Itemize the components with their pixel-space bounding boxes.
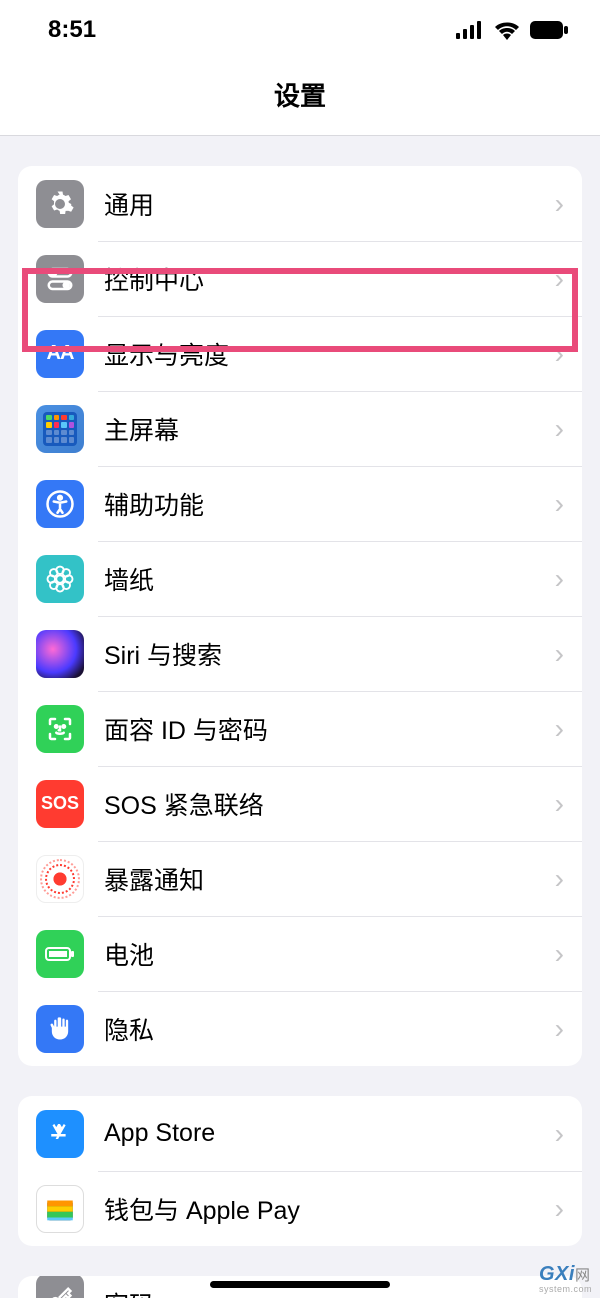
row-label: 电池 (104, 936, 555, 972)
page-header: 设置 (0, 60, 600, 136)
chevron-right-icon: › (555, 338, 564, 370)
settings-row-wallpaper[interactable]: 墙纸 › (18, 541, 582, 616)
home-indicator (210, 1281, 390, 1288)
chevron-right-icon: › (555, 938, 564, 970)
row-label: 辅助功能 (104, 486, 555, 522)
row-label: 隐私 (104, 1011, 555, 1047)
appstore-icon (36, 1110, 84, 1158)
settings-row-control-center[interactable]: 控制中心 › (18, 241, 582, 316)
row-label: Siri 与搜索 (104, 636, 555, 672)
chevron-right-icon: › (555, 788, 564, 820)
chevron-right-icon: › (555, 188, 564, 220)
settings-row-appstore[interactable]: App Store › (18, 1096, 582, 1171)
settings-row-wallet[interactable]: 钱包与 Apple Pay › (18, 1171, 582, 1246)
homegrid-icon (36, 405, 84, 453)
settings-row-sos[interactable]: SOS SOS 紧急联络 › (18, 766, 582, 841)
settings-row-privacy[interactable]: 隐私 › (18, 991, 582, 1066)
key-icon (36, 1276, 84, 1298)
chevron-right-icon: › (555, 1118, 564, 1150)
chevron-right-icon: › (555, 713, 564, 745)
chevron-right-icon: › (555, 563, 564, 595)
hand-icon (36, 1005, 84, 1053)
battery-icon (36, 930, 84, 978)
settings-row-battery[interactable]: 电池 › (18, 916, 582, 991)
chevron-right-icon: › (555, 488, 564, 520)
row-label: SOS 紧急联络 (104, 786, 555, 822)
status-time: 8:51 (48, 16, 96, 44)
row-label: App Store (104, 1119, 555, 1148)
faceid-icon (36, 705, 84, 753)
wallet-icon (36, 1185, 84, 1233)
settings-group-2: App Store › 钱包与 Apple Pay › (18, 1096, 582, 1246)
settings-row-accessibility[interactable]: 辅助功能 › (18, 466, 582, 541)
row-label: 墙纸 (104, 561, 555, 597)
sos-icon: SOS (36, 780, 84, 828)
chevron-right-icon: › (555, 263, 564, 295)
textsize-icon: AA (36, 330, 84, 378)
watermark: GXi网 system.com (539, 1263, 592, 1294)
battery-icon (530, 21, 568, 39)
row-label: 控制中心 (104, 261, 555, 297)
settings-row-display-brightness[interactable]: AA 显示与亮度 › (18, 316, 582, 391)
settings-group-1: 通用 › 控制中心 › AA 显示与亮度 › 主屏幕 › 辅助功能 › 墙纸 › (18, 166, 582, 1066)
gear-icon (36, 180, 84, 228)
chevron-right-icon: › (555, 638, 564, 670)
settings-row-exposure[interactable]: 暴露通知 › (18, 841, 582, 916)
settings-row-siri[interactable]: Siri 与搜索 › (18, 616, 582, 691)
switch-icon (36, 255, 84, 303)
chevron-right-icon: › (555, 863, 564, 895)
status-bar: 8:51 (0, 0, 600, 60)
status-indicators (456, 20, 568, 40)
row-label: 面容 ID 与密码 (104, 711, 555, 747)
row-label: 显示与亮度 (104, 336, 555, 372)
siri-icon (36, 630, 84, 678)
exposure-icon (36, 855, 84, 903)
chevron-right-icon: › (555, 413, 564, 445)
settings-row-general[interactable]: 通用 › (18, 166, 582, 241)
accessibility-icon (36, 480, 84, 528)
chevron-right-icon: › (555, 1013, 564, 1045)
wifi-icon (494, 20, 520, 40)
page-title: 设置 (0, 76, 600, 113)
row-label: 通用 (104, 186, 555, 222)
flower-icon (36, 555, 84, 603)
row-label: 主屏幕 (104, 411, 555, 447)
cellular-icon (456, 21, 484, 39)
chevron-right-icon: › (555, 1193, 564, 1225)
settings-row-faceid[interactable]: 面容 ID 与密码 › (18, 691, 582, 766)
row-label: 暴露通知 (104, 861, 555, 897)
settings-row-home-screen[interactable]: 主屏幕 › (18, 391, 582, 466)
row-label: 钱包与 Apple Pay (104, 1191, 555, 1227)
